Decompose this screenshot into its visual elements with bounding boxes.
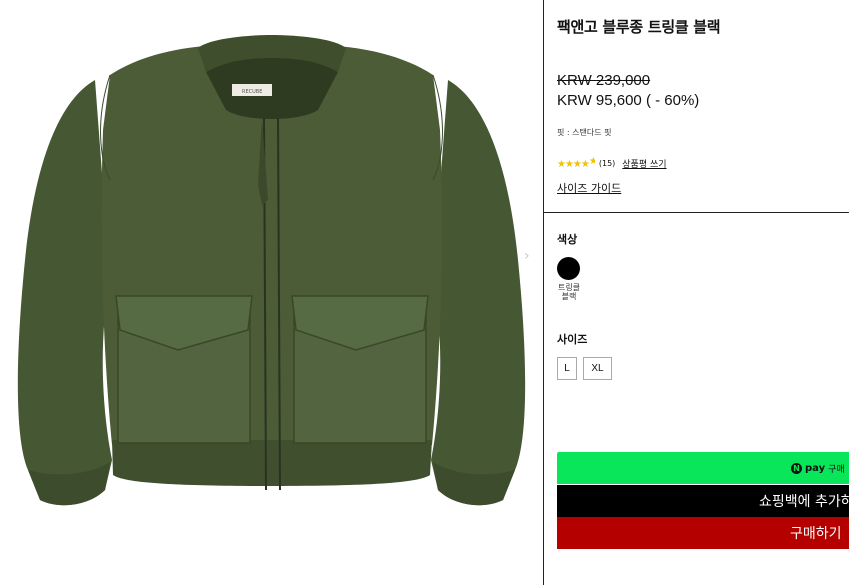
npay-n-icon: N	[791, 462, 802, 474]
review-count: (15)	[598, 158, 616, 168]
npay-buy-label: 구매	[828, 464, 845, 475]
npay-text: pay	[805, 462, 826, 474]
size-option-l[interactable]: L	[557, 357, 577, 380]
add-to-cart-label: 쇼핑백에 추가하	[759, 494, 849, 510]
color-swatch-black[interactable]	[557, 257, 580, 280]
gallery-next-arrow-icon[interactable]: ›	[524, 248, 530, 264]
color-option-name-text: 트링클 블랙	[557, 283, 581, 301]
collar-label-text: RECUBE	[242, 89, 262, 95]
section-divider	[544, 212, 849, 213]
size-option-xl[interactable]: XL	[583, 357, 612, 380]
add-to-cart-button[interactable]: 쇼핑백에 추가하	[557, 485, 849, 517]
product-title: 팩앤고 블루종 트링클 블랙	[557, 18, 721, 36]
write-review-link[interactable]: 상품평 쓰기	[622, 157, 666, 170]
sale-price: KRW 95,600 ( - 60%)	[557, 92, 700, 109]
original-price: KRW 239,000	[557, 72, 651, 89]
color-option-name: 트링클 블랙	[554, 283, 584, 301]
size-section-label: 사이즈	[557, 333, 588, 346]
size-guide-link[interactable]: 사이즈 가이드	[557, 180, 621, 196]
rating-row: ★★★★★ (15) 상품평 쓰기	[557, 156, 667, 170]
product-image-jacket: RECUBE	[17, 35, 526, 506]
fit-info: 핏 : 스탠다드 핏	[557, 128, 612, 137]
npay-logo: N pay 구매	[791, 462, 845, 475]
jacket-body	[17, 35, 526, 506]
color-section-label: 색상	[557, 233, 578, 246]
npay-buy-button[interactable]: N pay 구매	[557, 452, 849, 484]
product-info-panel: 팩앤고 블루종 트링클 블랙 KRW 239,000 KRW 95,600 ( …	[544, 0, 849, 585]
product-image-gallery: RECUBE ›	[0, 0, 543, 585]
buy-now-button[interactable]: 구매하기	[557, 517, 849, 549]
buy-now-label: 구매하기	[790, 526, 842, 542]
star-rating-icon: ★★★★★	[557, 156, 595, 170]
